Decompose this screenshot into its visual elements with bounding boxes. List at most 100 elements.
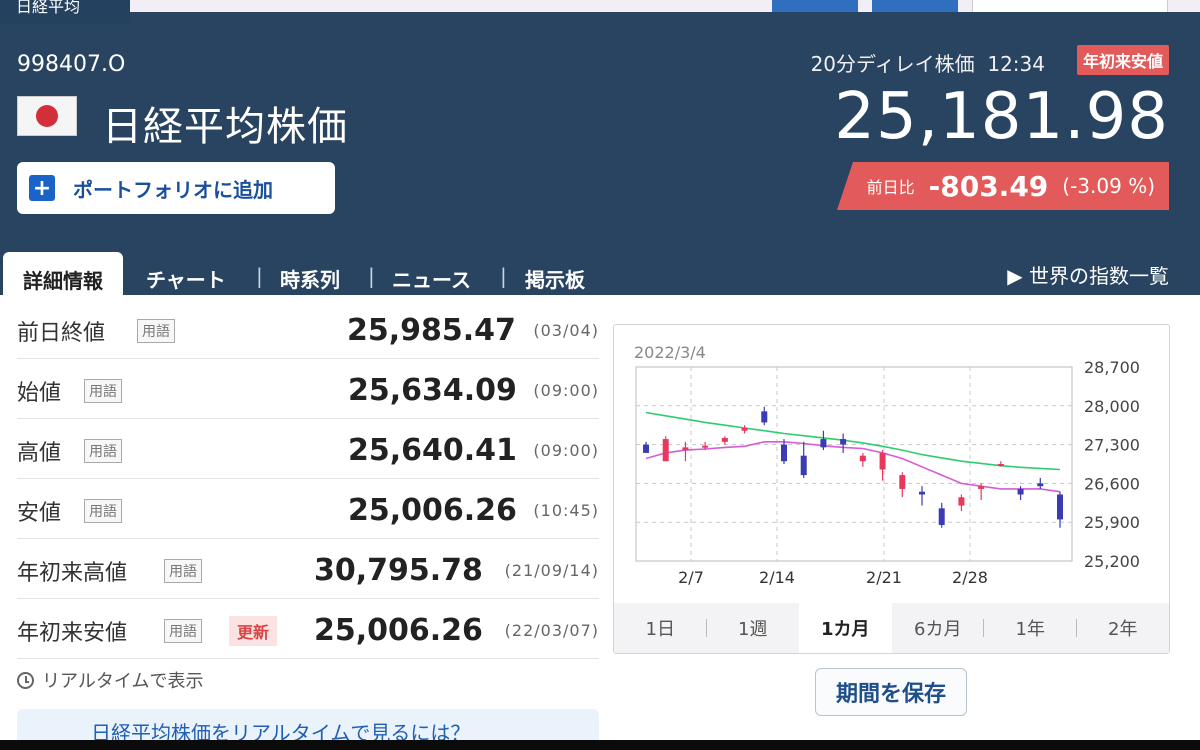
row-when: (10:45) bbox=[533, 501, 599, 520]
x-tick-label: 2/7 bbox=[678, 568, 704, 587]
world-index-link[interactable]: ▶ 世界の指数一覧 bbox=[1007, 260, 1169, 289]
detail-row-prev-close: 前日終値 用語 25,985.47 (03/04) bbox=[17, 299, 599, 359]
candle-body bbox=[879, 452, 886, 470]
detail-row-low: 安値 用語 25,006.26 (10:45) bbox=[17, 479, 599, 539]
row-value: 25,006.26 bbox=[314, 613, 483, 648]
period-1w[interactable]: 1週 bbox=[707, 603, 800, 653]
candle-body bbox=[1037, 483, 1044, 487]
row-label: 安値 bbox=[17, 501, 62, 526]
row-when: (09:00) bbox=[533, 381, 599, 400]
row-value: 30,795.78 bbox=[314, 553, 483, 588]
row-value: 25,985.47 bbox=[347, 313, 516, 348]
period-1m[interactable]: 1カ月 bbox=[799, 603, 892, 653]
candle-body bbox=[1057, 494, 1063, 520]
period-selector: 1日 1週 1カ月 6カ月 1年 2年 bbox=[614, 603, 1169, 653]
row-value: 25,640.41 bbox=[348, 433, 517, 468]
price-change-panel: 前日比 -803.49 (-3.09 %) bbox=[837, 162, 1169, 210]
screen-bottom-bar bbox=[0, 740, 1200, 750]
detail-row-high: 高値 用語 25,640.41 (09:00) bbox=[17, 419, 599, 479]
candle-body bbox=[1017, 488, 1024, 495]
add-portfolio-label: ポートフォリオに追加 bbox=[73, 177, 273, 202]
price-chart-panel: 2022/3/4 2/7 2/14 2/21 2/28 28,700 28,000 27,3… bbox=[613, 324, 1170, 654]
y-tick-label: 27,300 bbox=[1084, 436, 1140, 455]
tab-news[interactable]: ニュース bbox=[392, 264, 471, 293]
candle-body bbox=[958, 497, 965, 506]
stock-name: 日経平均株価 bbox=[102, 104, 348, 150]
x-tick-label: 2/14 bbox=[759, 568, 795, 587]
realtime-display-toggle[interactable]: リアルタイムで表示 bbox=[17, 667, 203, 693]
tab-separator: | bbox=[256, 264, 263, 288]
candle-body bbox=[761, 411, 768, 423]
period-1d[interactable]: 1日 bbox=[614, 603, 707, 653]
row-label: 年初来安値 bbox=[17, 621, 128, 646]
candle-body bbox=[997, 464, 1004, 466]
ytd-low-badge: 年初来安値 bbox=[1076, 45, 1169, 75]
delay-text: 20分ディレイ株価 bbox=[810, 52, 975, 76]
world-index-label: 世界の指数一覧 bbox=[1029, 264, 1169, 288]
top-tab-fragment[interactable]: 日経平均 bbox=[0, 0, 130, 24]
row-when: (22/03/07) bbox=[504, 621, 599, 640]
x-tick-label: 2/28 bbox=[952, 568, 988, 587]
realtime-label: リアルタイムで表示 bbox=[42, 671, 204, 692]
candle-body bbox=[919, 491, 925, 495]
row-value: 25,006.26 bbox=[348, 493, 517, 528]
play-triangle-icon: ▶ bbox=[1007, 264, 1023, 288]
candle-body bbox=[781, 444, 787, 462]
moving-average-short-line bbox=[645, 441, 1061, 493]
y-tick-label: 25,900 bbox=[1084, 513, 1140, 532]
candle-body bbox=[938, 508, 945, 525]
candle-body bbox=[721, 437, 728, 442]
detail-content: 前日終値 用語 25,985.47 (03/04) 始値 用語 25,634.0… bbox=[0, 295, 1200, 749]
update-badge: 更新 bbox=[229, 616, 278, 646]
browser-top-strip: 日経平均 bbox=[0, 0, 1200, 24]
y-tick-label: 25,200 bbox=[1084, 552, 1140, 571]
row-label: 高値 bbox=[17, 441, 62, 466]
candle-body bbox=[702, 445, 709, 448]
moving-average-long-line bbox=[645, 411, 1061, 471]
stock-code: 998407.O bbox=[17, 52, 126, 77]
term-button[interactable]: 用語 bbox=[84, 439, 122, 463]
row-when: (21/09/14) bbox=[504, 561, 599, 580]
row-label: 年初来高値 bbox=[17, 561, 128, 586]
candle-body bbox=[643, 444, 649, 453]
tab-separator: | bbox=[500, 264, 507, 288]
detail-row-ytd-low: 年初来安値 用語 更新 25,006.26 (22/03/07) bbox=[17, 599, 599, 659]
stock-header: 998407.O 日経平均株価 + ポートフォリオに追加 20分ディレイ株価 1… bbox=[0, 12, 1200, 307]
save-period-button[interactable]: 期間を保存 bbox=[815, 668, 967, 716]
tab-timeseries[interactable]: 時系列 bbox=[280, 264, 340, 293]
plot-frame bbox=[635, 366, 1073, 562]
candle-body bbox=[859, 455, 866, 462]
row-value: 25,634.09 bbox=[348, 373, 517, 408]
candle-body bbox=[820, 439, 827, 448]
row-when: (09:00) bbox=[533, 441, 599, 460]
term-button[interactable]: 用語 bbox=[137, 319, 175, 343]
detail-row-ytd-high: 年初来高値 用語 30,795.78 (21/09/14) bbox=[17, 539, 599, 599]
y-tick-label: 26,600 bbox=[1084, 474, 1140, 493]
plus-icon: + bbox=[29, 175, 55, 201]
term-button[interactable]: 用語 bbox=[164, 559, 202, 583]
row-label: 始値 bbox=[17, 381, 62, 406]
detail-row-open: 始値 用語 25,634.09 (09:00) bbox=[17, 359, 599, 419]
candle-body bbox=[800, 455, 807, 476]
candle-body bbox=[662, 439, 669, 462]
tab-chart[interactable]: チャート bbox=[146, 264, 226, 293]
change-percent: (-3.09 %) bbox=[1062, 174, 1155, 198]
price-time: 12:34 bbox=[987, 52, 1045, 76]
clock-icon bbox=[17, 671, 34, 689]
candle-body bbox=[682, 447, 689, 451]
period-2y[interactable]: 2年 bbox=[1077, 603, 1170, 653]
y-tick-label: 28,000 bbox=[1084, 397, 1140, 416]
tab-separator: | bbox=[368, 264, 375, 288]
candlestick-chart: 2/7 2/14 2/21 2/28 28,700 28,000 27,300 26,600 2… bbox=[635, 358, 1140, 587]
term-button[interactable]: 用語 bbox=[164, 619, 202, 643]
term-button[interactable]: 用語 bbox=[84, 379, 122, 403]
period-1y[interactable]: 1年 bbox=[984, 603, 1077, 653]
japan-flag-icon bbox=[17, 96, 77, 136]
candle-body bbox=[741, 427, 748, 431]
tab-board[interactable]: 掲示板 bbox=[525, 264, 585, 293]
current-price: 25,181.98 bbox=[834, 80, 1169, 154]
y-tick-label: 28,700 bbox=[1084, 358, 1140, 377]
period-6m[interactable]: 6カ月 bbox=[892, 603, 984, 653]
add-portfolio-button[interactable]: + ポートフォリオに追加 bbox=[17, 162, 335, 214]
term-button[interactable]: 用語 bbox=[84, 499, 122, 523]
